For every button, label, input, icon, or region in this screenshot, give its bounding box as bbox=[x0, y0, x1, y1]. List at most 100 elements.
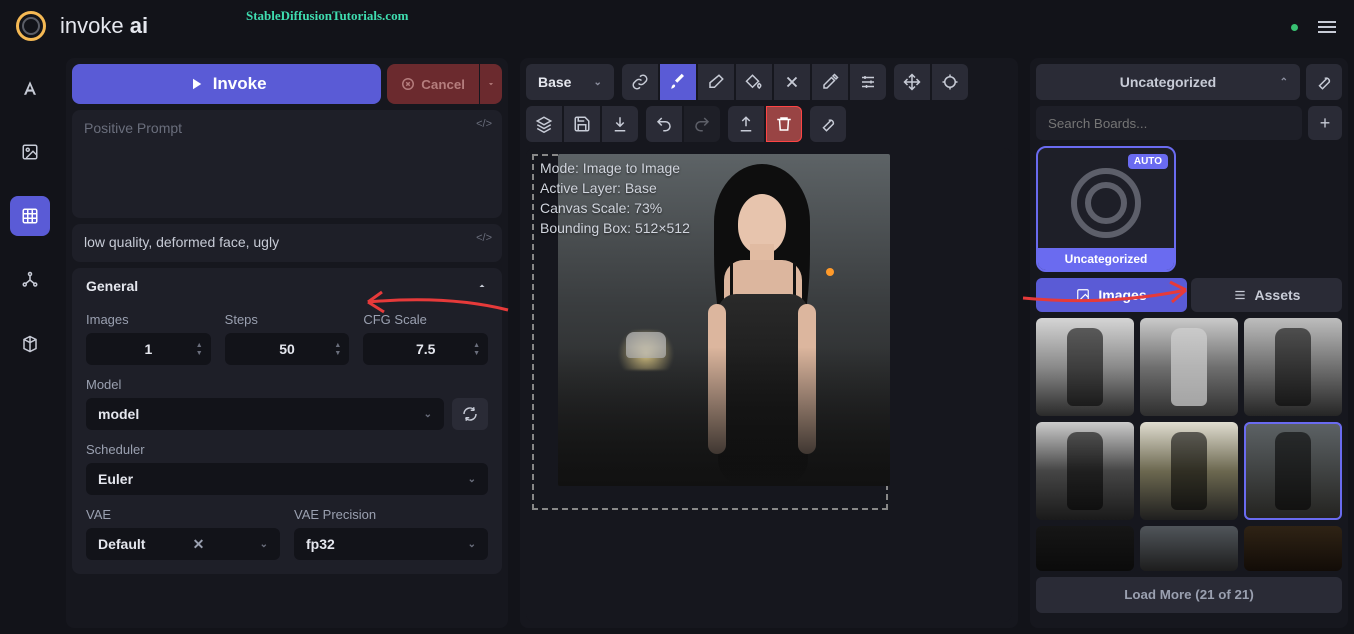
nav-rail bbox=[0, 52, 60, 634]
canvas-panel: Base ⌄ bbox=[520, 58, 1018, 628]
gallery-thumb[interactable] bbox=[1140, 422, 1238, 520]
redo-icon bbox=[693, 115, 711, 133]
cfg-label: CFG Scale bbox=[363, 312, 488, 327]
status-indicator bbox=[1291, 24, 1298, 31]
wrench-icon bbox=[1315, 73, 1333, 91]
vae-label: VAE bbox=[86, 507, 280, 522]
negative-prompt-input[interactable]: low quality, deformed face, ugly </> bbox=[72, 224, 502, 262]
redo-button[interactable] bbox=[684, 106, 720, 142]
play-icon bbox=[187, 75, 205, 93]
positive-prompt-input[interactable]: Positive Prompt </> bbox=[72, 110, 502, 218]
gallery-thumb[interactable] bbox=[1036, 422, 1134, 520]
search-boards-input[interactable] bbox=[1036, 106, 1302, 140]
steps-input[interactable]: 50 ▲▼ bbox=[225, 333, 350, 365]
parameters-panel: Invoke Cancel Positive Prompt </> low qu… bbox=[66, 58, 508, 628]
cancel-button[interactable]: Cancel bbox=[387, 64, 479, 104]
wrench-icon bbox=[819, 115, 837, 133]
chevron-updown-icon: ⌄ bbox=[468, 539, 476, 550]
step-down-icon[interactable]: ▼ bbox=[196, 350, 203, 357]
cancel-x-icon bbox=[401, 77, 415, 91]
vae-precision-select[interactable]: fp32 ⌄ bbox=[294, 528, 488, 560]
gallery-thumb[interactable] bbox=[1140, 318, 1238, 416]
eyedropper-icon bbox=[821, 73, 839, 91]
vae-precision-label: VAE Precision bbox=[294, 507, 488, 522]
canvas-viewport[interactable]: Mode: Image to Image Active Layer: Base … bbox=[526, 148, 1012, 622]
images-label: Images bbox=[86, 312, 211, 327]
app-brand: invoke ai bbox=[60, 13, 148, 39]
positive-prompt-placeholder: Positive Prompt bbox=[84, 120, 182, 136]
app-header: invoke ai StableDiffusionTutorials.com bbox=[0, 0, 1354, 52]
undo-button[interactable] bbox=[646, 106, 682, 142]
brush-tool-button[interactable] bbox=[660, 64, 696, 100]
nav-nodes-tab[interactable] bbox=[10, 260, 50, 300]
mask-tool-button[interactable] bbox=[622, 64, 658, 100]
general-header[interactable]: General bbox=[72, 268, 502, 304]
cfg-input[interactable]: 7.5 ▲▼ bbox=[363, 333, 488, 365]
layers-icon bbox=[535, 115, 553, 133]
nav-models-tab[interactable] bbox=[10, 324, 50, 364]
load-more-button[interactable]: Load More (21 of 21) bbox=[1036, 577, 1342, 613]
board-placeholder-icon bbox=[1071, 168, 1141, 238]
negative-prompt-value: low quality, deformed face, ugly bbox=[84, 234, 279, 250]
delete-button[interactable] bbox=[766, 106, 802, 142]
board-dropdown[interactable]: Uncategorized ⌃ bbox=[1036, 64, 1300, 100]
chevron-updown-icon: ⌄ bbox=[468, 474, 476, 485]
move-icon bbox=[903, 73, 921, 91]
add-board-button[interactable]: + bbox=[1308, 106, 1342, 140]
nav-canvas-tab[interactable] bbox=[10, 196, 50, 236]
bbox-tool-button[interactable] bbox=[932, 64, 968, 100]
gallery-thumb[interactable] bbox=[1244, 318, 1342, 416]
clear-x-icon[interactable]: ✕ bbox=[193, 536, 205, 553]
gallery-thumb[interactable] bbox=[1036, 318, 1134, 416]
canvas-settings-button[interactable] bbox=[810, 106, 846, 142]
close-tool-button[interactable] bbox=[774, 64, 810, 100]
trash-icon bbox=[775, 115, 793, 133]
layer-select[interactable]: Base ⌄ bbox=[526, 64, 614, 100]
canvas-metadata: Mode: Image to Image Active Layer: Base … bbox=[540, 158, 690, 238]
gallery-settings-button[interactable] bbox=[1306, 64, 1342, 100]
code-icon[interactable]: </> bbox=[476, 232, 492, 244]
upload-button[interactable] bbox=[728, 106, 764, 142]
refresh-models-button[interactable] bbox=[452, 398, 488, 430]
cancel-dropdown[interactable] bbox=[480, 64, 502, 104]
undo-icon bbox=[655, 115, 673, 133]
model-select[interactable]: model ⌄ bbox=[86, 398, 444, 430]
upload-icon bbox=[737, 115, 755, 133]
nav-image-tab[interactable] bbox=[10, 132, 50, 172]
scheduler-label: Scheduler bbox=[86, 442, 488, 457]
code-icon[interactable]: </> bbox=[476, 118, 492, 130]
gallery-thumb[interactable] bbox=[1244, 422, 1342, 520]
menu-icon[interactable] bbox=[1318, 18, 1336, 36]
gallery-thumb[interactable] bbox=[1036, 526, 1134, 571]
chevron-up-icon: ⌃ bbox=[1280, 77, 1288, 88]
invoke-button[interactable]: Invoke bbox=[72, 64, 381, 104]
link-icon bbox=[631, 73, 649, 91]
canvas-toolbar-top: Base ⌄ bbox=[526, 64, 1012, 100]
tab-assets[interactable]: Assets bbox=[1191, 278, 1342, 312]
move-tool-button[interactable] bbox=[894, 64, 930, 100]
vae-select[interactable]: Default ✕ ⌄ bbox=[86, 528, 280, 560]
board-name: Uncategorized bbox=[1038, 248, 1174, 270]
general-title: General bbox=[86, 278, 138, 294]
picker-tool-button[interactable] bbox=[812, 64, 848, 100]
chevron-updown-icon: ⌄ bbox=[260, 539, 268, 550]
layers-button[interactable] bbox=[526, 106, 562, 142]
gallery-grid bbox=[1036, 318, 1342, 571]
settings-tool-button[interactable] bbox=[850, 64, 886, 100]
nav-text-tab[interactable] bbox=[10, 68, 50, 108]
images-input[interactable]: 1 ▲▼ bbox=[86, 333, 211, 365]
list-icon bbox=[1233, 288, 1247, 302]
download-button[interactable] bbox=[602, 106, 638, 142]
eraser-tool-button[interactable] bbox=[698, 64, 734, 100]
scheduler-select[interactable]: Euler ⌄ bbox=[86, 463, 488, 495]
save-button[interactable] bbox=[564, 106, 600, 142]
chevron-up-icon bbox=[476, 280, 488, 292]
gallery-thumb[interactable] bbox=[1244, 526, 1342, 571]
tab-images[interactable]: Images bbox=[1036, 278, 1187, 312]
fill-tool-button[interactable] bbox=[736, 64, 772, 100]
board-card[interactable]: AUTO Uncategorized bbox=[1036, 146, 1176, 272]
refresh-icon bbox=[461, 405, 479, 423]
gallery-thumb[interactable] bbox=[1140, 526, 1238, 571]
app-logo bbox=[16, 11, 46, 41]
step-up-icon[interactable]: ▲ bbox=[196, 342, 203, 349]
